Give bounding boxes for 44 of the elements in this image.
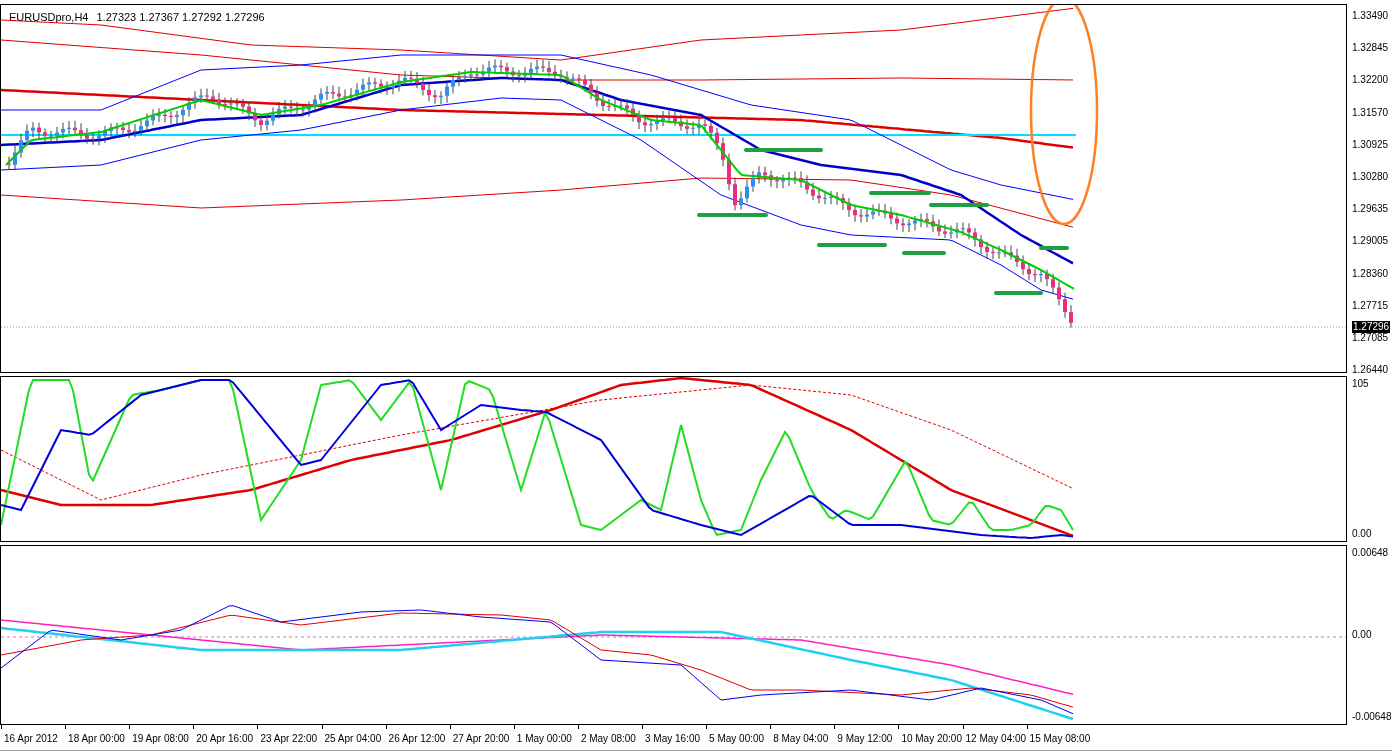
symbol-label: EURUSDpro,H4 [9, 10, 89, 25]
time-label: 12 May 04:00 [965, 732, 1027, 746]
macd-scale-label: -0.00648 [1352, 711, 1392, 723]
oscillator-scale-label: 0.00 [1352, 528, 1372, 540]
macd-scale-label: 0.00 [1352, 629, 1372, 641]
time-label: 3 May 16:00 [645, 732, 701, 746]
time-label: 2 May 08:00 [580, 732, 636, 746]
time-label: 10 May 20:00 [901, 732, 962, 746]
time-label: 25 Apr 04:00 [324, 732, 382, 746]
support-level-line [994, 291, 1043, 295]
time-label: 5 May 00:00 [709, 732, 765, 746]
time-label: 16 Apr 2012 [4, 732, 58, 746]
quote-values: 1.27323 1.27367 1.27292 1.27296 [96, 10, 265, 25]
time-label: 23 Apr 22:00 [260, 732, 318, 746]
time-label: 18 Apr 00:00 [68, 732, 125, 746]
price-label: 1.29635 [1352, 203, 1389, 216]
support-level-line [929, 203, 989, 207]
price-label: 1.31570 [1352, 106, 1389, 119]
price-label: 1.29005 [1352, 235, 1389, 248]
support-level-line [1039, 246, 1069, 250]
time-label: 1 May 00:00 [516, 732, 572, 746]
price-label: 1.27715 [1352, 299, 1389, 312]
time-label: 15 May 08:00 [1029, 732, 1091, 746]
time-label: 9 May 12:00 [837, 732, 893, 746]
price-label: 1.30925 [1352, 138, 1389, 151]
time-label: 26 Apr 12:00 [388, 732, 446, 746]
current-price-label: 1.27296 [1352, 321, 1391, 333]
price-label: 1.33490 [1352, 10, 1389, 22]
macd-scale-label: 0.00648 [1352, 547, 1389, 559]
time-label: 20 Apr 16:00 [196, 732, 253, 746]
price-label: 1.32845 [1352, 42, 1389, 55]
support-level-line [902, 251, 946, 255]
time-label: 19 Apr 08:00 [132, 732, 189, 746]
price-label: 1.30280 [1352, 171, 1389, 183]
price-label: 1.28360 [1352, 267, 1389, 280]
support-level-line [869, 191, 931, 195]
oscillator-scale-label: 105 [1352, 378, 1369, 390]
price-label: 1.26440 [1352, 364, 1389, 377]
support-level-line [697, 213, 768, 217]
time-label: 8 May 04:00 [773, 732, 829, 746]
support-level-line [817, 243, 887, 247]
price-label: 1.27085 [1352, 332, 1389, 344]
time-label: 27 Apr 20:00 [452, 732, 510, 746]
price-label: 1.32200 [1352, 74, 1389, 87]
